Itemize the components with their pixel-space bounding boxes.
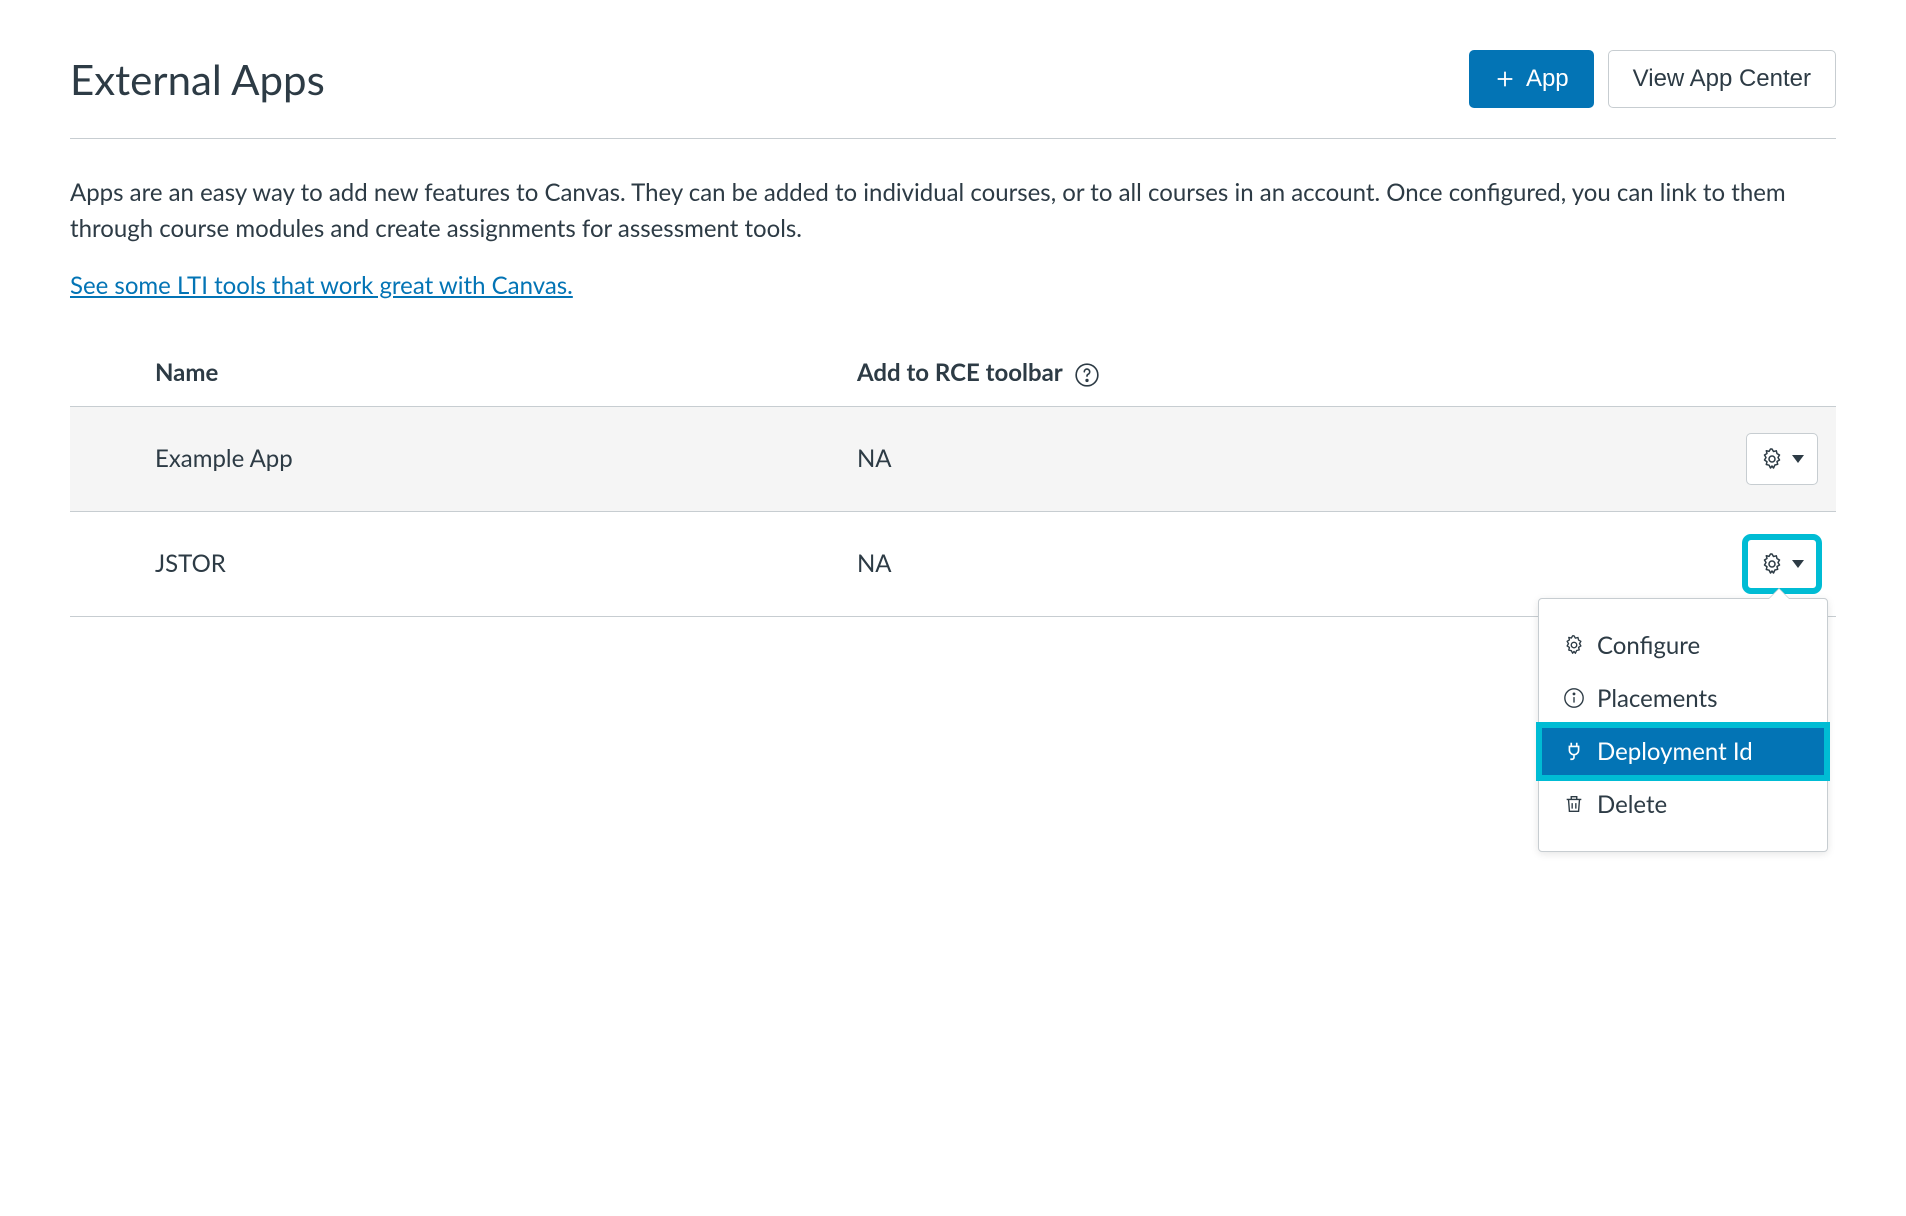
app-name-cell: JSTOR [70,511,857,616]
dropdown-pointer [1769,589,1789,599]
dropdown-configure-label: Configure [1597,631,1700,660]
app-settings-wrapper: Configure Placements [1746,538,1818,590]
trash-icon [1563,793,1585,815]
apps-table: Name Add to RCE toolbar Example App NA [70,340,1836,617]
table-row: JSTOR NA [70,511,1836,616]
column-header-rce: Add to RCE toolbar [857,340,1716,406]
page-title: External Apps [70,54,325,104]
view-app-center-label: View App Center [1633,65,1811,93]
table-row: Example App NA [70,406,1836,511]
dropdown-item-deployment-id[interactable]: Deployment Id [1539,725,1827,778]
plus-icon [1494,68,1516,90]
plug-icon [1563,740,1585,762]
dropdown-item-configure[interactable]: Configure [1539,619,1827,672]
dropdown-delete-label: Delete [1597,790,1667,819]
dropdown-placements-label: Placements [1597,684,1717,713]
chevron-down-icon [1792,560,1804,568]
app-rce-cell: NA [857,406,1716,511]
app-actions-cell [1716,406,1836,511]
gear-icon [1760,447,1784,471]
app-settings-button[interactable] [1746,538,1818,590]
column-header-name: Name [70,340,857,406]
header-actions: App View App Center [1469,50,1836,108]
help-icon[interactable] [1074,362,1100,388]
view-app-center-button[interactable]: View App Center [1608,50,1836,108]
description-text: Apps are an easy way to add new features… [70,175,1836,247]
chevron-down-icon [1792,455,1804,463]
dropdown-item-delete[interactable]: Delete [1539,778,1827,831]
settings-dropdown: Configure Placements [1538,598,1828,852]
dropdown-deployment-id-label: Deployment Id [1597,737,1753,766]
app-settings-button[interactable] [1746,433,1818,485]
dropdown-item-placements[interactable]: Placements [1539,672,1827,725]
page-header: External Apps App View App Center [70,50,1836,139]
lti-tools-link[interactable]: See some LTI tools that work great with … [70,271,573,300]
info-icon [1563,687,1585,709]
gear-icon [1760,552,1784,576]
gear-icon [1563,634,1585,656]
app-actions-cell: Configure Placements [1716,511,1836,616]
app-name-cell: Example App [70,406,857,511]
column-header-actions [1716,340,1836,406]
add-app-button[interactable]: App [1469,50,1594,108]
add-app-label: App [1526,65,1569,93]
column-header-rce-label: Add to RCE toolbar [857,358,1062,387]
